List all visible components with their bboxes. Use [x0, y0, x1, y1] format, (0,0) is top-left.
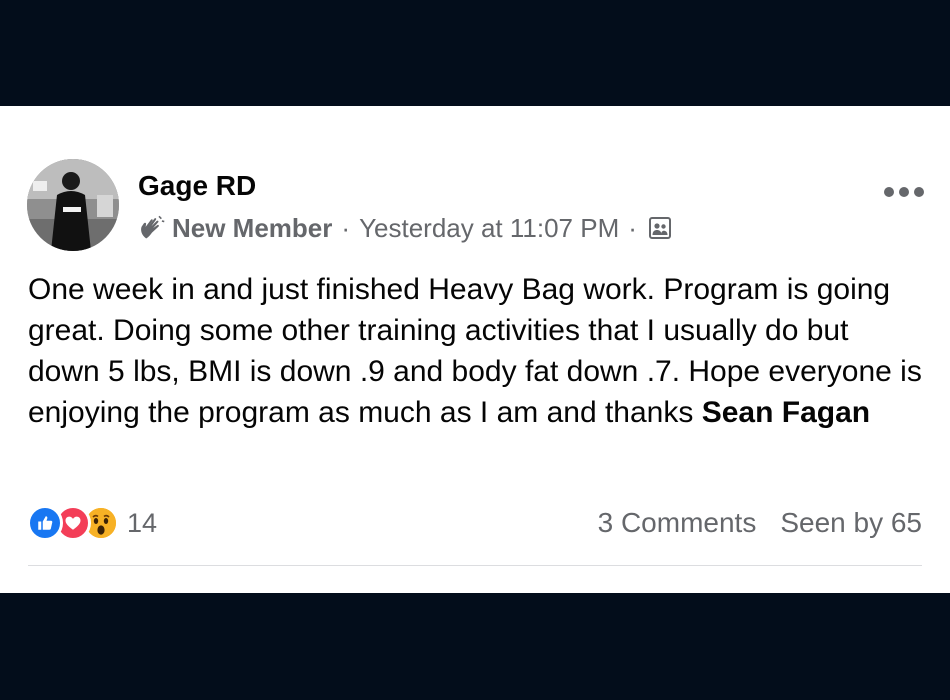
post-stats: 3 Comments Seen by 65 — [598, 503, 922, 543]
meta-separator: · — [628, 212, 637, 243]
post-body: One week in and just finished Heavy Bag … — [28, 269, 928, 433]
more-options-button[interactable] — [884, 185, 924, 199]
comments-link[interactable]: 3 Comments — [598, 507, 757, 539]
mention-link[interactable]: Sean Fagan — [702, 396, 870, 429]
more-dot-icon — [914, 187, 924, 197]
divider — [28, 565, 922, 566]
more-dot-icon — [899, 187, 909, 197]
seen-by-count[interactable]: Seen by 65 — [780, 507, 922, 539]
wave-icon — [141, 215, 165, 239]
member-badge[interactable]: New Member — [172, 213, 332, 244]
avatar-photo — [27, 159, 119, 251]
more-dot-icon — [884, 187, 894, 197]
post-card: Gage RD New Member · Yesterday at 11:07 … — [0, 106, 950, 593]
reactions-summary[interactable]: 14 — [27, 503, 157, 543]
reaction-count: 14 — [127, 507, 158, 538]
author-name[interactable]: Gage RD — [138, 170, 256, 202]
post-meta: New Member · Yesterday at 11:07 PM · — [138, 212, 672, 244]
like-icon — [27, 505, 63, 541]
group-icon — [648, 217, 671, 239]
post-timestamp[interactable]: Yesterday at 11:07 PM — [359, 213, 619, 244]
avatar[interactable] — [27, 159, 119, 251]
meta-separator: · — [341, 212, 351, 243]
